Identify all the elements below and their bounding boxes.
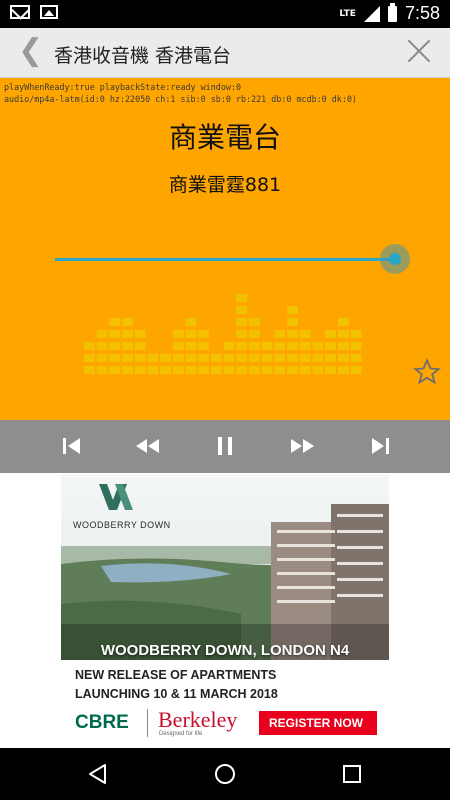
- rewind-icon[interactable]: [133, 433, 161, 459]
- station-name: 商業電台: [168, 121, 281, 154]
- signal-icon: [363, 5, 380, 22]
- ad-brand-cbre: CBRE: [75, 712, 129, 733]
- skip-previous-icon[interactable]: [58, 433, 86, 459]
- debug-line-2: audio/mp4a-latm(id:0 hz:22050 ch:1 sib:0…: [4, 94, 357, 104]
- debug-info: playWhenReady:true playbackState:ready w…: [4, 81, 357, 105]
- back-triangle-icon[interactable]: [86, 762, 110, 786]
- mail-icon: [10, 5, 30, 19]
- network-type: LTE: [339, 8, 356, 19]
- skip-next-icon[interactable]: [366, 433, 394, 459]
- recents-square-icon[interactable]: [340, 762, 364, 786]
- debug-line-1: playWhenReady:true playbackState:ready w…: [4, 82, 241, 92]
- page-title: 香港收音機 香港電台: [54, 45, 232, 67]
- ad-headline: WOODBERRY DOWN, LONDON N4: [100, 642, 350, 659]
- playback-controls: [0, 420, 450, 473]
- ad-line-1: NEW RELEASE OF APARTMENTS: [75, 668, 277, 682]
- ad-register-button[interactable]: REGISTER NOW: [259, 711, 377, 735]
- battery-icon: [387, 2, 397, 22]
- close-icon[interactable]: [406, 38, 432, 64]
- ad-banner[interactable]: WOODBERRY DOWN WOODBERRY DOWN, LONDON N4…: [61, 474, 389, 748]
- fast-forward-icon[interactable]: [289, 433, 317, 459]
- home-circle-icon[interactable]: [213, 762, 237, 786]
- image-icon: [40, 5, 58, 19]
- seek-bar[interactable]: [55, 258, 395, 261]
- app-toolbar: ❮ 香港收音機 香港電台: [0, 28, 450, 78]
- ad-divider: [147, 709, 148, 737]
- system-nav-bar: [0, 748, 450, 800]
- equalizer-icon: [84, 294, 362, 374]
- ad-brand-berkeley: Berkeley: [158, 707, 238, 732]
- pause-icon[interactable]: [211, 433, 239, 459]
- ad-photo: [61, 474, 389, 660]
- clock: 7:58: [404, 3, 440, 23]
- channel-name: 商業雷霆881: [168, 174, 282, 196]
- star-icon[interactable]: [413, 358, 441, 386]
- ad-brand-tagline: Designed for life: [159, 731, 203, 737]
- ad-logo-text: WOODBERRY DOWN: [73, 520, 171, 530]
- seek-thumb[interactable]: [389, 253, 401, 265]
- status-bar: LTE 7:58: [0, 0, 450, 28]
- player-panel: playWhenReady:true playbackState:ready w…: [0, 78, 450, 451]
- back-icon[interactable]: ❮: [18, 34, 43, 68]
- ad-line-2: LAUNCHING 10 & 11 MARCH 2018: [75, 687, 278, 701]
